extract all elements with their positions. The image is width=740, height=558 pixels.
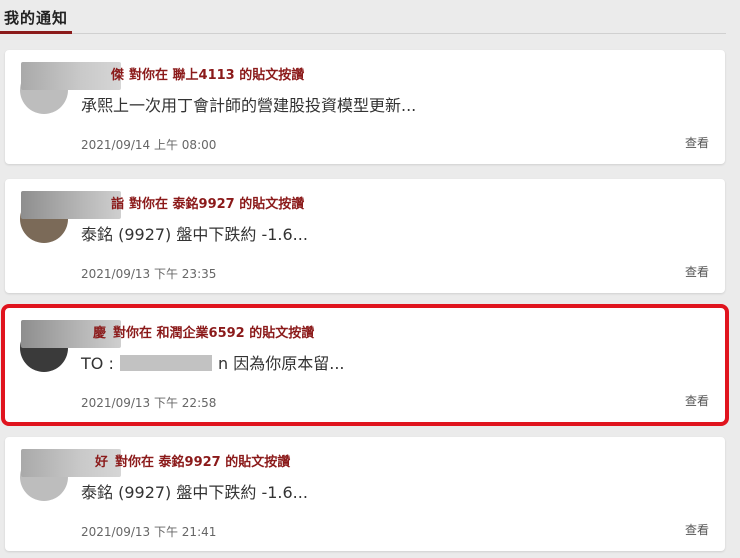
stock-link[interactable]: 和潤企業6592 [157,326,245,341]
notification-time: 2021/09/13 下午 23:35 [81,267,217,281]
action-prefix: 對你在 [129,197,169,212]
notification-time: 2021/09/13 下午 22:58 [81,396,217,410]
notification-time: 2021/09/14 上午 08:00 [81,138,217,152]
stock-link[interactable]: 泰銘9927 [173,197,235,212]
action-suffix: 的貼文按讚 [239,197,305,212]
username-tail: 傑 [111,68,125,83]
stock-link[interactable]: 泰銘9927 [159,455,221,470]
view-button[interactable]: 查看 [685,263,709,280]
notification-time: 2021/09/13 下午 21:41 [81,525,217,539]
view-button[interactable]: 查看 [685,392,709,409]
redacted-username [21,191,121,219]
notification-content[interactable]: 泰銘 (9927) 盤中下跌約 -1.6... [81,479,308,503]
header-divider [72,33,726,34]
notification-content[interactable]: TO : n 因為你原本留... [81,350,345,374]
action-prefix: 對你在 [115,455,155,470]
active-tab-underline [0,31,72,34]
action-suffix: 的貼文按讚 [249,326,315,341]
action-prefix: 對你在 [129,68,169,83]
username-tail: 詣 [111,197,125,212]
notification-content[interactable]: 承熙上一次用丁會計師的營建股投資模型更新... [81,92,416,116]
action-suffix: 的貼文按讚 [225,455,291,470]
notification-card[interactable]: 好 對你在 泰銘9927 的貼文按讚 泰銘 (9927) 盤中下跌約 -1.6.… [5,437,725,551]
content-suffix: n 因為你原本留... [218,354,345,373]
action-suffix: 的貼文按讚 [239,68,305,83]
notification-content[interactable]: 泰銘 (9927) 盤中下跌約 -1.6... [81,221,308,245]
view-button[interactable]: 查看 [685,134,709,151]
username-tail: 好 [95,455,109,470]
notification-card[interactable]: 傑 對你在 聯上4113 的貼文按讚 承熙上一次用丁會計師的營建股投資模型更新.… [5,50,725,164]
page-title: 我的通知 [4,9,69,27]
notification-action: 對你在 聯上4113 的貼文按讚 [129,64,304,83]
redacted-mention [119,355,212,371]
action-prefix: 對你在 [113,326,153,341]
content-prefix: TO : [81,354,114,373]
notification-card-highlighted[interactable]: 慶 對你在 和潤企業6592 的貼文按讚 TO : n 因為你原本留... 20… [1,304,729,426]
notifications-header: 我的通知 [0,0,740,36]
notification-action: 對你在 泰銘9927 的貼文按讚 [129,193,304,212]
stock-link[interactable]: 聯上4113 [173,68,235,83]
notification-action: 對你在 和潤企業6592 的貼文按讚 [113,322,314,341]
username-tail: 慶 [93,326,107,341]
view-button[interactable]: 查看 [685,521,709,538]
notification-card[interactable]: 詣 對你在 泰銘9927 的貼文按讚 泰銘 (9927) 盤中下跌約 -1.6.… [5,179,725,293]
notification-action: 對你在 泰銘9927 的貼文按讚 [115,451,290,470]
redacted-username [21,62,121,90]
